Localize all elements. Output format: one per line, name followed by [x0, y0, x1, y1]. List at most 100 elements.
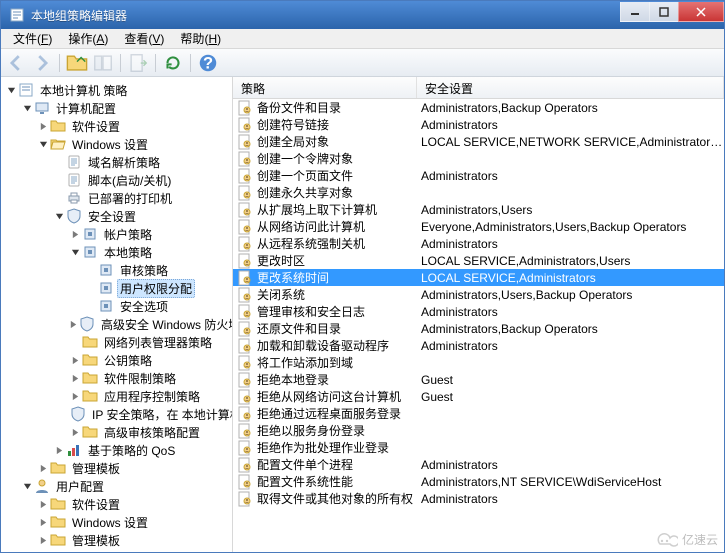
user-icon [34, 478, 50, 494]
policy-row[interactable]: 创建一个页面文件Administrators [233, 167, 724, 184]
policy-name: 从扩展坞上取下计算机 [257, 201, 417, 218]
policy-icon [237, 304, 253, 320]
forward-button[interactable] [31, 52, 53, 74]
policy-row[interactable]: 将工作站添加到域 [233, 354, 724, 371]
policy-row[interactable]: 从扩展坞上取下计算机Administrators,Users [233, 201, 724, 218]
policy-row[interactable]: 取得文件或其他对象的所有权Administrators [233, 490, 724, 507]
policy-name: 管理审核和安全日志 [257, 303, 417, 320]
policy-row[interactable]: 拒绝从网络访问这台计算机Guest [233, 388, 724, 405]
policy-icon [18, 82, 34, 98]
policy-name: 从网络访问此计算机 [257, 218, 417, 235]
titlebar[interactable]: 本地组策略编辑器 [1, 1, 724, 29]
up-button[interactable] [66, 52, 88, 74]
policy-value: Administrators,Backup Operators [417, 322, 724, 336]
policy-value: Administrators [417, 118, 724, 132]
policy-icon [237, 406, 253, 422]
list-pane: 策略 安全设置 备份文件和目录Administrators,Backup Ope… [233, 77, 724, 552]
menu-help[interactable]: 帮助(H) [172, 28, 229, 49]
policy-row[interactable]: 创建符号链接Administrators [233, 116, 724, 133]
policy-icon [237, 423, 253, 439]
policy-name: 创建一个页面文件 [257, 167, 417, 184]
help-button[interactable]: ? [197, 52, 219, 74]
policy-list[interactable]: 备份文件和目录Administrators,Backup Operators创建… [233, 99, 724, 552]
policy-value: Administrators,Backup Operators [417, 101, 724, 115]
policy-row[interactable]: 管理审核和安全日志Administrators [233, 303, 724, 320]
minimize-button[interactable] [620, 2, 650, 22]
policy-row[interactable]: 关闭系统Administrators,Users,Backup Operator… [233, 286, 724, 303]
policy-icon [237, 117, 253, 133]
policy-name: 配置文件单个进程 [257, 456, 417, 473]
policy-row[interactable]: 创建永久共享对象 [233, 184, 724, 201]
policy-row[interactable]: 创建全局对象LOCAL SERVICE,NETWORK SERVICE,Admi… [233, 133, 724, 150]
policy-row[interactable]: 备份文件和目录Administrators,Backup Operators [233, 99, 724, 116]
policy-name: 加载和卸载设备驱动程序 [257, 337, 417, 354]
menu-file[interactable]: 文件(F) [5, 28, 60, 49]
policy-name: 将工作站添加到域 [257, 354, 417, 371]
policy-value: LOCAL SERVICE,Administrators [417, 271, 724, 285]
policy-icon [237, 253, 253, 269]
policy-row[interactable]: 拒绝本地登录Guest [233, 371, 724, 388]
shield-icon [66, 208, 82, 224]
policy-icon [237, 151, 253, 167]
policy-icon [237, 185, 253, 201]
policy-icon [237, 491, 253, 507]
menu-view[interactable]: 查看(V) [116, 28, 172, 49]
policy-value: LOCAL SERVICE,Administrators,Users [417, 254, 724, 268]
policy-row[interactable]: 更改系统时间LOCAL SERVICE,Administrators [233, 269, 724, 286]
export-button[interactable] [127, 52, 149, 74]
column-headers[interactable]: 策略 安全设置 [233, 77, 724, 99]
tree-adv-audit[interactable]: 高级审核策略配置 [69, 423, 232, 441]
svg-text:?: ? [203, 54, 213, 72]
tree-qos[interactable]: 基于策略的 QoS [53, 441, 232, 459]
policy-name: 创建一个令牌对象 [257, 150, 417, 167]
tree-security-options[interactable]: 安全选项 [85, 297, 232, 315]
col-policy[interactable]: 策略 [233, 77, 417, 98]
policy-name: 拒绝从网络访问这台计算机 [257, 388, 417, 405]
window-frame: 本地组策略编辑器 文件(F) 操作(A) 查看(V) 帮助(H) ? [0, 0, 725, 553]
policy-row[interactable]: 拒绝通过远程桌面服务登录 [233, 405, 724, 422]
policy-icon [237, 372, 253, 388]
policy-name: 备份文件和目录 [257, 99, 417, 116]
policy-name: 拒绝通过远程桌面服务登录 [257, 405, 417, 422]
policy-row[interactable]: 拒绝作为批处理作业登录 [233, 439, 724, 456]
close-button[interactable] [678, 2, 724, 22]
policy-name: 创建全局对象 [257, 133, 417, 150]
policy-value: Guest [417, 390, 724, 404]
window-title: 本地组策略编辑器 [31, 7, 621, 24]
policy-row[interactable]: 拒绝以服务身份登录 [233, 422, 724, 439]
policy-icon [237, 440, 253, 456]
policy-icon [237, 287, 253, 303]
policy-value: Guest [417, 373, 724, 387]
app-icon [9, 7, 25, 23]
menu-action[interactable]: 操作(A) [60, 28, 116, 49]
policy-value: Administrators [417, 237, 724, 251]
policy-row[interactable]: 还原文件和目录Administrators,Backup Operators [233, 320, 724, 337]
policy-icon [237, 100, 253, 116]
policy-value: LOCAL SERVICE,NETWORK SERVICE,Administra… [417, 135, 724, 149]
policy-name: 拒绝本地登录 [257, 371, 417, 388]
policy-row[interactable]: 加载和卸载设备驱动程序Administrators [233, 337, 724, 354]
col-security-setting[interactable]: 安全设置 [417, 77, 724, 98]
policy-icon [237, 270, 253, 286]
policy-name: 更改系统时间 [257, 269, 417, 286]
policy-name: 取得文件或其他对象的所有权 [257, 490, 417, 507]
policy-row[interactable]: 创建一个令牌对象 [233, 150, 724, 167]
back-button[interactable] [5, 52, 27, 74]
chevron-down-icon[interactable] [5, 84, 17, 96]
tree-security-settings[interactable]: 安全设置 [53, 207, 232, 225]
policy-row[interactable]: 配置文件系统性能Administrators,NT SERVICE\WdiSer… [233, 473, 724, 490]
maximize-button[interactable] [649, 2, 679, 22]
policy-row[interactable]: 更改时区LOCAL SERVICE,Administrators,Users [233, 252, 724, 269]
tree-user-admin-tpl[interactable]: 管理模板 [37, 531, 232, 549]
refresh-button[interactable] [162, 52, 184, 74]
policy-icon [237, 202, 253, 218]
show-hide-button[interactable] [92, 52, 114, 74]
policy-row[interactable]: 从网络访问此计算机Everyone,Administrators,Users,B… [233, 218, 724, 235]
tree-pane[interactable]: 本地计算机 策略 计算机配置 软件设置 [1, 77, 233, 552]
policy-row[interactable]: 从远程系统强制关机Administrators [233, 235, 724, 252]
policy-icon [237, 236, 253, 252]
policy-icon [237, 389, 253, 405]
policy-name: 拒绝作为批处理作业登录 [257, 439, 417, 456]
policy-icon [237, 219, 253, 235]
policy-row[interactable]: 配置文件单个进程Administrators [233, 456, 724, 473]
